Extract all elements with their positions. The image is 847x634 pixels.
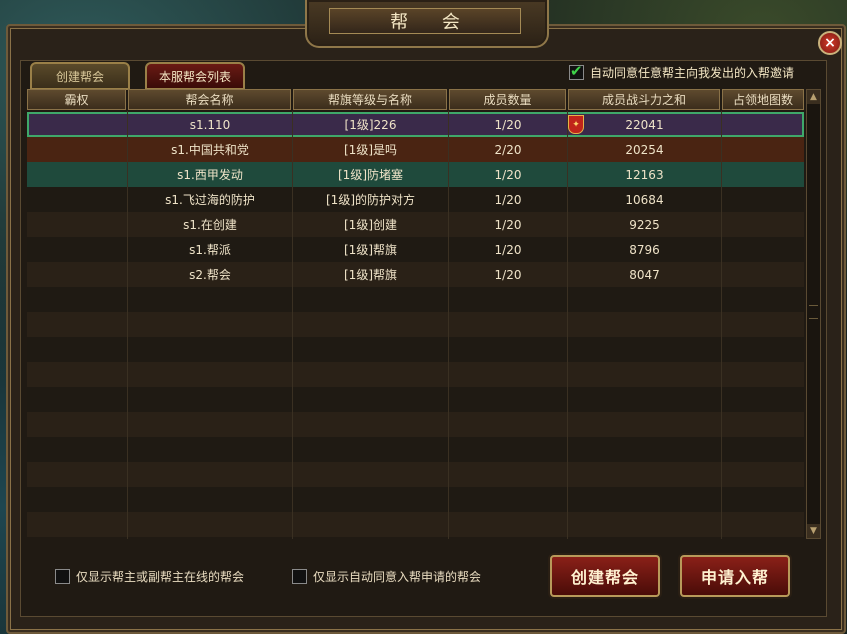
column-divider <box>127 111 128 539</box>
cell-power: 8796 <box>629 242 660 257</box>
filter-leader-online-checkbox[interactable] <box>55 569 70 584</box>
cell-guild-name: s1.飞过海的防护 <box>165 193 255 207</box>
column-header-hegemony[interactable]: 霸权 <box>27 89 126 110</box>
column-divider <box>448 111 449 539</box>
cell-flag: [1级]防堵塞 <box>338 168 403 182</box>
cell-guild-name: s1.帮派 <box>189 243 231 257</box>
empty-row <box>27 387 804 412</box>
cell-power: 22041 <box>625 117 664 132</box>
cell-flag: [1级]是吗 <box>344 143 397 157</box>
title-plate: 帮 会 <box>305 0 549 48</box>
scroll-down-icon[interactable]: ▼ <box>807 524 820 538</box>
cell-power: 8047 <box>629 267 660 282</box>
scroll-thumb[interactable] <box>809 305 818 319</box>
table-row[interactable]: s1.西甲发动 [1级]防堵塞 1/20 12163 <box>27 162 804 187</box>
cell-hegemony <box>27 187 127 212</box>
close-button[interactable]: × <box>818 31 842 55</box>
table-row[interactable]: s1.在创建 [1级]创建 1/20 9225 <box>27 212 804 237</box>
scroll-up-icon[interactable]: ▲ <box>807 90 820 104</box>
cell-maps <box>722 112 804 137</box>
cell-flag: [1级]创建 <box>344 218 397 232</box>
cell-hegemony <box>27 212 127 237</box>
table-row[interactable]: s1.帮派 [1级]帮旗 1/20 8796 <box>27 237 804 262</box>
cell-hegemony <box>27 262 127 287</box>
empty-row <box>27 487 804 512</box>
empty-row <box>27 412 804 437</box>
cell-members: 1/20 <box>494 167 522 182</box>
filter-auto-accept[interactable]: 仅显示自动同意入帮申请的帮会 <box>292 568 481 585</box>
cell-maps <box>722 137 804 162</box>
cell-guild-name: s1.中国共和党 <box>171 143 249 157</box>
column-header-flag[interactable]: 帮旗等级与名称 <box>293 89 447 110</box>
cell-members: 1/20 <box>494 267 522 282</box>
empty-row <box>27 437 804 462</box>
cell-flag: [1级]226 <box>344 118 397 132</box>
filter-leader-online[interactable]: 仅显示帮主或副帮主在线的帮会 <box>55 568 244 585</box>
cell-power: 12163 <box>625 167 664 182</box>
auto-accept-checkbox[interactable] <box>569 62 584 80</box>
column-header-guild-name[interactable]: 帮会名称 <box>128 89 291 110</box>
cell-members: 1/20 <box>494 242 522 257</box>
tab-server-guild-list[interactable]: 本服帮会列表 <box>145 62 245 90</box>
column-header-maps[interactable]: 占领地图数 <box>722 89 804 110</box>
cell-power: 20254 <box>625 142 664 157</box>
cell-guild-name: s1.西甲发动 <box>177 168 243 182</box>
guild-table: 霸权 帮会名称 帮旗等级与名称 成员数量 成员战斗力之和 占领地图数 s1.11… <box>27 89 804 539</box>
cell-members: 1/20 <box>494 117 522 132</box>
cell-power: 9225 <box>629 217 660 232</box>
column-divider <box>721 111 722 539</box>
filter-auto-accept-checkbox[interactable] <box>292 569 307 584</box>
column-header-members[interactable]: 成员数量 <box>449 89 566 110</box>
cell-members: 2/20 <box>494 142 522 157</box>
cell-members: 1/20 <box>494 192 522 207</box>
cell-power: 10684 <box>625 192 664 207</box>
tab-create-guild[interactable]: 创建帮会 <box>30 62 130 90</box>
cell-guild-name: s1.110 <box>189 117 231 132</box>
cell-hegemony <box>27 237 127 262</box>
cell-hegemony <box>27 112 127 137</box>
cell-maps <box>722 262 804 287</box>
cell-members: 1/20 <box>494 217 522 232</box>
table-row[interactable]: s1.110 [1级]226 1/20 ✦ 22041 <box>27 112 804 137</box>
cell-flag: [1级]的防护对方 <box>326 193 415 207</box>
table-header: 霸权 帮会名称 帮旗等级与名称 成员数量 成员战斗力之和 占领地图数 <box>27 89 804 111</box>
empty-row <box>27 287 804 312</box>
window-title: 帮 会 <box>329 8 521 34</box>
close-icon: × <box>824 35 836 51</box>
cell-maps <box>722 162 804 187</box>
cell-maps <box>722 212 804 237</box>
column-divider <box>567 111 568 539</box>
cell-hegemony <box>27 162 127 187</box>
auto-accept-label: 自动同意任意帮主向我发出的入帮邀请 <box>590 66 795 80</box>
cell-maps <box>722 187 804 212</box>
table-row[interactable]: s1.中国共和党 [1级]是吗 2/20 20254 <box>27 137 804 162</box>
empty-row <box>27 362 804 387</box>
empty-row <box>27 312 804 337</box>
filter-auto-accept-label: 仅显示自动同意入帮申请的帮会 <box>313 570 482 584</box>
empty-row <box>27 512 804 537</box>
create-guild-button[interactable]: 创建帮会 <box>550 555 660 597</box>
auto-accept-option[interactable]: 自动同意任意帮主向我发出的入帮邀请 <box>569 62 795 81</box>
cell-guild-name: s2.帮会 <box>189 268 231 282</box>
cell-maps <box>722 237 804 262</box>
empty-row <box>27 462 804 487</box>
table-scrollbar[interactable]: ▲ ▼ <box>806 89 821 539</box>
table-row[interactable]: s2.帮会 [1级]帮旗 1/20 8047 <box>27 262 804 287</box>
table-row[interactable]: s1.飞过海的防护 [1级]的防护对方 1/20 10684 <box>27 187 804 212</box>
empty-row <box>27 337 804 362</box>
filter-leader-online-label: 仅显示帮主或副帮主在线的帮会 <box>76 570 245 584</box>
cell-flag: [1级]帮旗 <box>344 268 397 282</box>
cell-flag: [1级]帮旗 <box>344 243 397 257</box>
column-header-power[interactable]: 成员战斗力之和 <box>568 89 720 110</box>
column-divider <box>292 111 293 539</box>
cell-guild-name: s1.在创建 <box>183 218 237 232</box>
cell-hegemony <box>27 137 127 162</box>
apply-join-button[interactable]: 申请入帮 <box>680 555 790 597</box>
